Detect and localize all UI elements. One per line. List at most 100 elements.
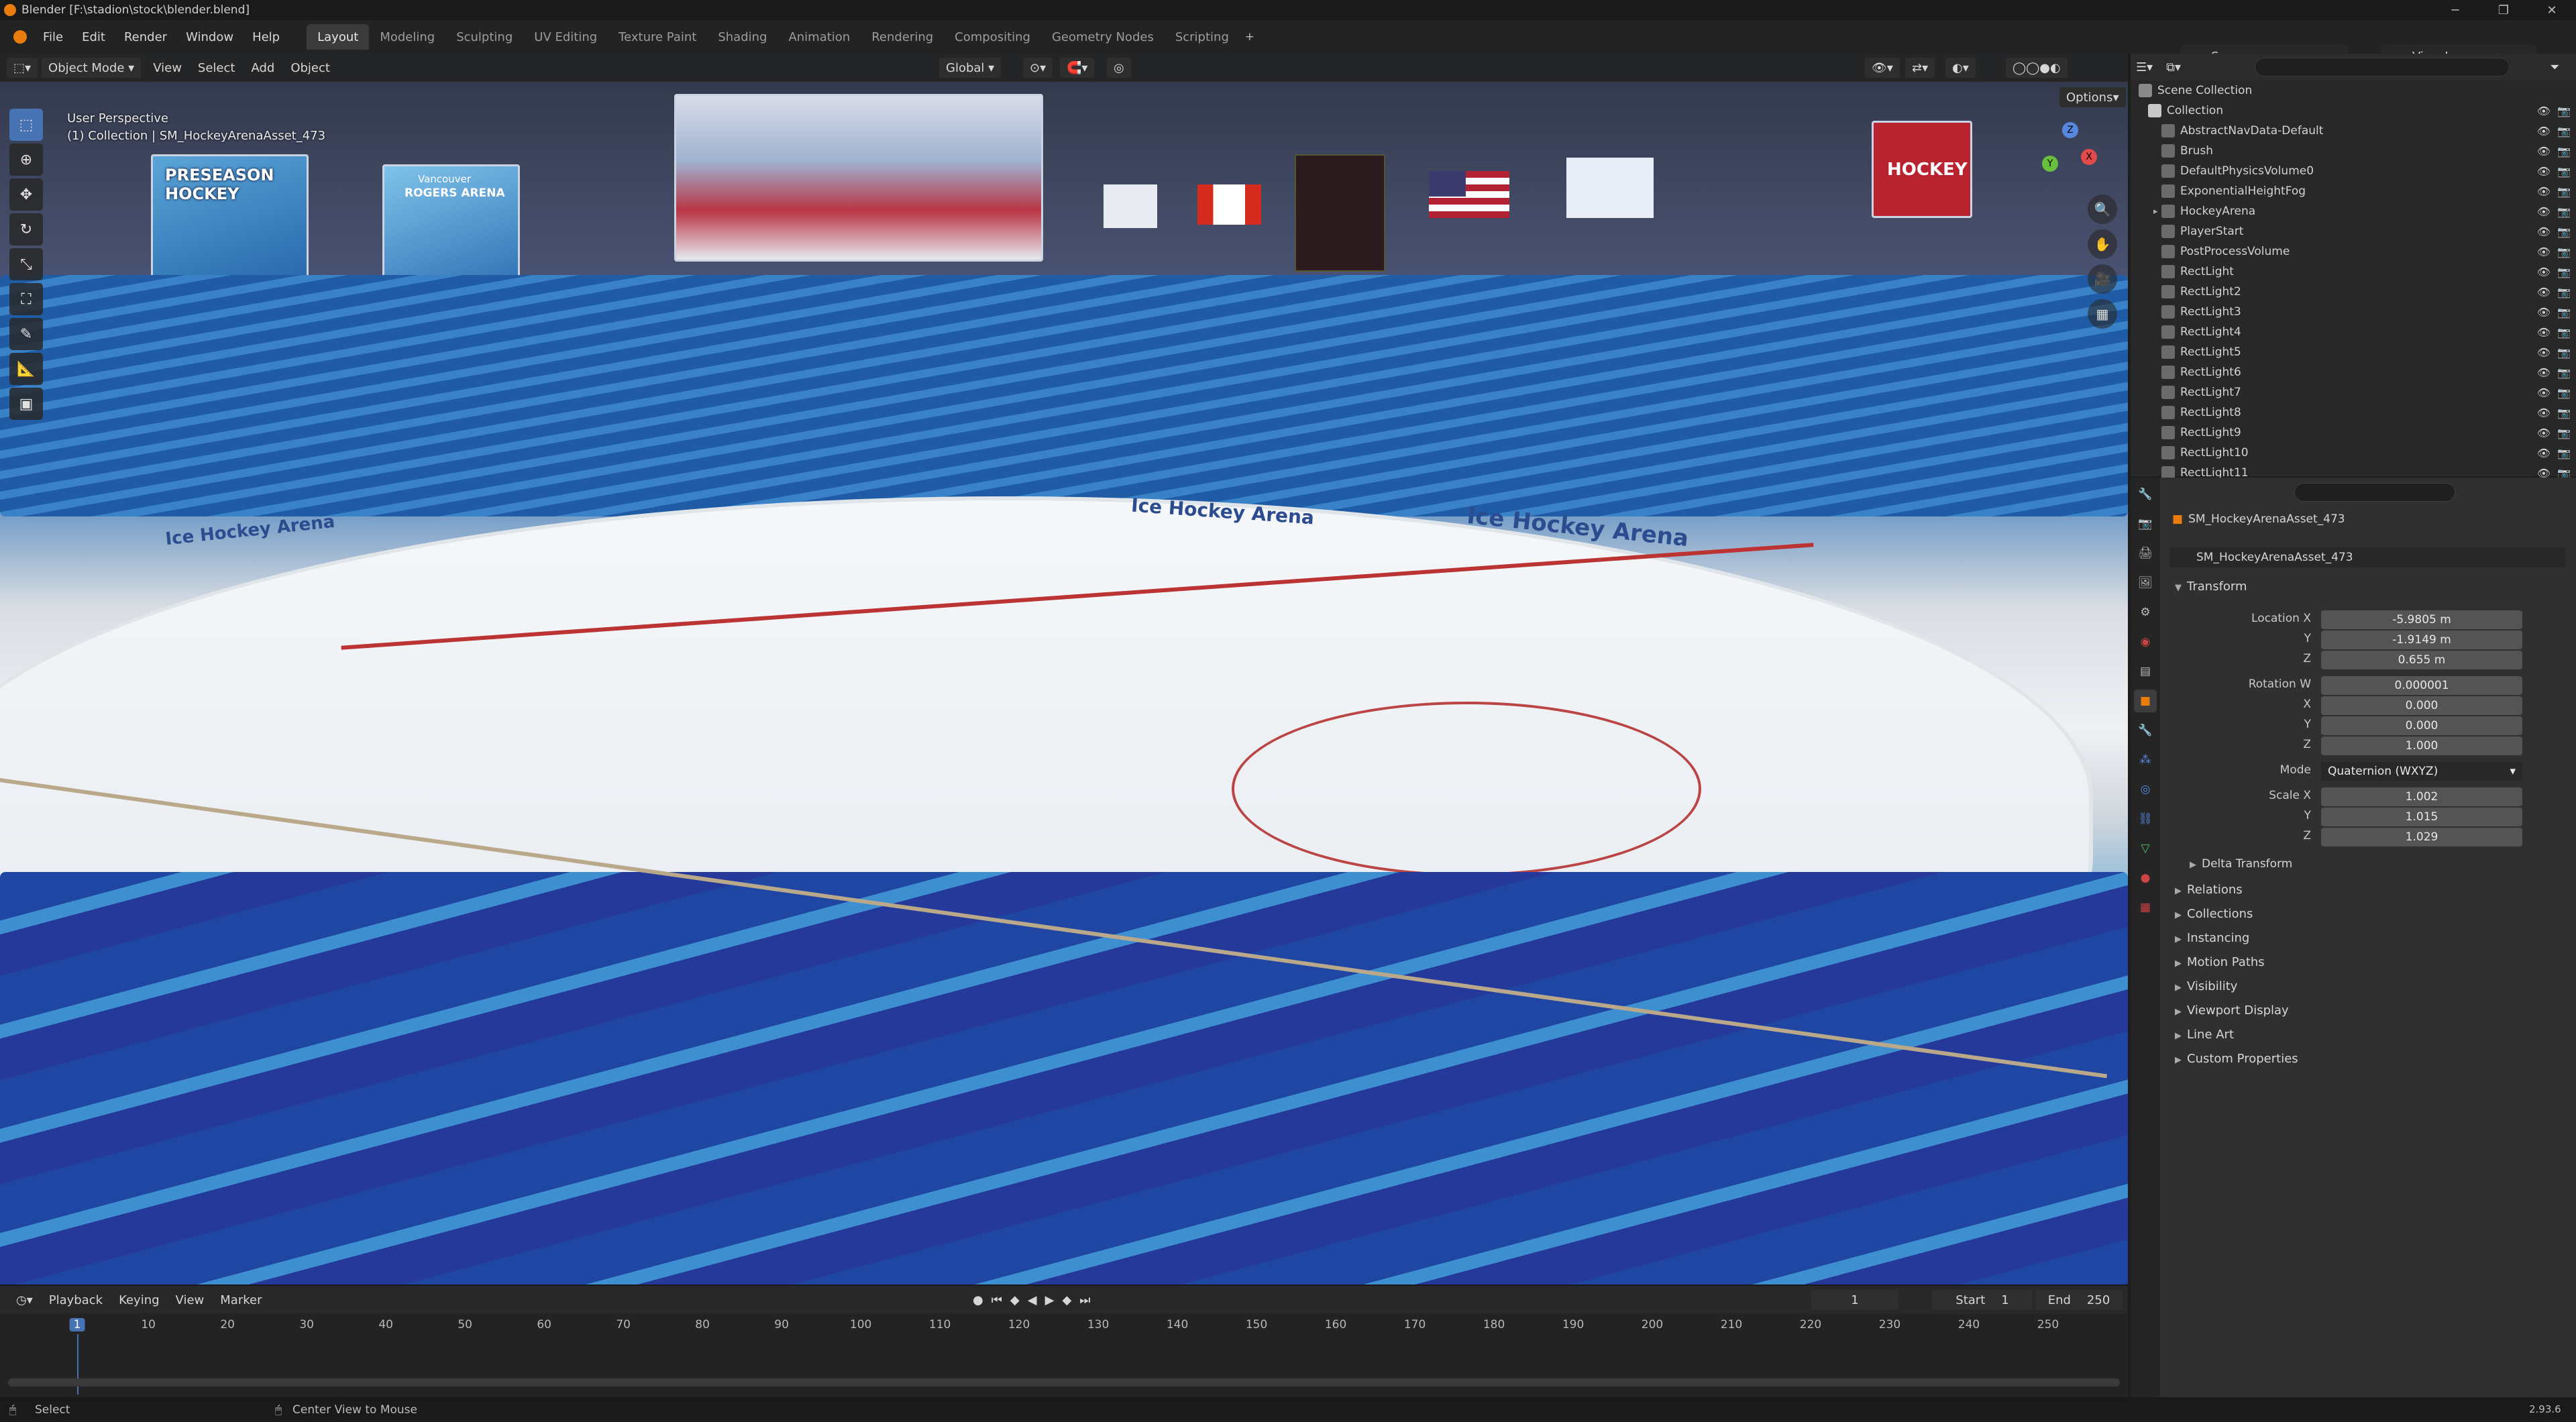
outliner-item[interactable]: PlayerStart 👁 📷 [2131,221,2576,241]
material-tab-icon[interactable]: ● [2134,867,2157,889]
eye-icon[interactable]: 👁 [2537,346,2551,359]
camera-render-icon[interactable]: 📷 [2557,145,2571,158]
outliner-item[interactable]: AbstractNavData-Default 👁 📷 [2131,121,2576,141]
camera-render-icon[interactable]: 📷 [2557,406,2571,419]
outliner-item[interactable]: RectLight4 👁 📷 [2131,322,2576,342]
prev-key-icon[interactable]: ◆ [1010,1293,1020,1307]
pivot-icon[interactable]: ⊙▾ [1023,58,1053,78]
menu-marker[interactable]: Marker [212,1293,270,1307]
camera-render-icon[interactable]: 📷 [2557,105,2571,117]
shading-modes-icon[interactable]: ◯◯●◐ [2006,58,2068,78]
overlays-icon[interactable]: ◐▾ [1945,58,1976,78]
frame-ruler[interactable]: 1 10 20 30 40 50 60 70 80 90 100 110 120 130 140 150 160… [0,1315,2128,1334]
collection-tab-icon[interactable]: ▤ [2134,660,2157,683]
eye-icon[interactable]: 👁 [2537,427,2551,439]
rotation-mode-dropdown[interactable]: Quaternion (WXYZ) ▾ [2321,762,2522,781]
modifier-tab-icon[interactable]: 🔧 [2134,719,2157,742]
eye-icon[interactable]: 👁 [2537,145,2551,158]
tab-texture-paint[interactable]: Texture Paint [608,24,707,50]
properties-search-input[interactable] [2294,483,2455,502]
menu-render[interactable]: Render [115,20,176,54]
eye-icon[interactable]: 👁 [2537,266,2551,278]
jump-end-icon[interactable]: ⏭ [1079,1293,1090,1307]
navigation-gizmo[interactable]: X Z Y [2022,109,2109,196]
record-icon[interactable]: ● [973,1293,983,1307]
outliner[interactable]: ☰▾ ⧉▾ ⏷ Scene Collection Collection 👁 📷 Abst… [2131,54,2576,480]
tab-uv-editing[interactable]: UV Editing [523,24,608,50]
eye-icon[interactable]: 👁 [2537,447,2551,459]
transform-panel-header[interactable]: ▼ Transform [2175,580,2247,594]
add-workspace-button[interactable]: + [1240,27,1260,47]
tab-geometry-nodes[interactable]: Geometry Nodes [1041,24,1165,50]
gizmo-y-axis[interactable]: Y [2042,156,2058,172]
eye-icon[interactable]: 👁 [2537,245,2551,258]
camera-render-icon[interactable]: 📷 [2557,366,2571,379]
gizmo-x-axis[interactable]: X [2081,149,2097,165]
select-box-icon[interactable]: ⬚ [9,109,43,141]
outliner-item[interactable]: PostProcessVolume 👁 📷 [2131,241,2576,262]
menu-playback[interactable]: Playback [41,1293,111,1307]
display-mode-icon[interactable]: ⧉▾ [2166,60,2181,74]
menu-edit[interactable]: Edit [72,20,115,54]
menu-window[interactable]: Window [176,20,243,54]
panel-line-art[interactable]: ▶ Line Art [2175,1028,2234,1042]
outliner-item[interactable]: RectLight8 👁 📷 [2131,402,2576,423]
transform-icon[interactable]: ⛶ [9,283,43,315]
jump-start-icon[interactable]: ⏮ [991,1293,1002,1307]
play-icon[interactable]: ▶ [1045,1293,1055,1307]
scene-tab-icon[interactable]: ⚙ [2134,601,2157,624]
eye-icon[interactable]: 👁 [2537,366,2551,379]
menu-file[interactable]: File [34,20,72,54]
outliner-search-input[interactable] [2255,58,2510,76]
outliner-item[interactable]: Collection 👁 📷 [2131,101,2576,121]
tab-scripting[interactable]: Scripting [1165,24,1240,50]
outliner-item[interactable]: DefaultPhysicsVolume0 👁 📷 [2131,161,2576,181]
camera-render-icon[interactable]: 📷 [2557,125,2571,138]
outliner-item[interactable]: RectLight7 👁 📷 [2131,382,2576,402]
add-cube-icon[interactable]: ▣ [9,388,43,420]
scale-x-field[interactable]: 1.002 [2321,787,2522,806]
panel-instancing[interactable]: ▶ Instancing [2175,931,2249,945]
eye-icon[interactable]: 👁 [2537,205,2551,218]
tab-modeling[interactable]: Modeling [369,24,445,50]
panel-custom-properties[interactable]: ▶ Custom Properties [2175,1052,2298,1066]
scale-y-field[interactable]: 1.015 [2321,808,2522,826]
panel-relations[interactable]: ▶ Relations [2175,883,2243,897]
measure-icon[interactable]: 📐 [9,353,43,385]
camera-render-icon[interactable]: 📷 [2557,447,2571,459]
texture-tab-icon[interactable]: ▦ [2134,896,2157,919]
eye-icon[interactable]: 👁 [2537,286,2551,298]
end-frame-field[interactable]: End 250 [2035,1290,2123,1310]
constraints-tab-icon[interactable]: ⛓ [2134,808,2157,830]
object-tab-icon[interactable]: ■ [2134,690,2157,712]
rotation-z-field[interactable]: 1.000 [2321,736,2522,755]
eye-icon[interactable]: 👁 [2537,125,2551,138]
camera-render-icon[interactable]: 📷 [2557,346,2571,359]
eye-icon[interactable]: 👁 [2537,185,2551,198]
eye-icon[interactable]: 👁 [2537,105,2551,117]
menu-object[interactable]: Object [282,61,338,75]
camera-render-icon[interactable]: 📷 [2557,185,2571,198]
zoom-icon[interactable]: 🔍 [2088,195,2117,224]
view-layer-tab-icon[interactable]: 🖼 [2134,571,2157,594]
rotate-icon[interactable]: ↻ [9,213,43,245]
menu-view[interactable]: View [145,61,190,75]
camera-render-icon[interactable]: 📷 [2557,225,2571,238]
blender-menu-icon[interactable] [7,20,34,54]
snap-icon[interactable]: 🧲▾ [1060,58,1095,78]
outliner-item[interactable]: RectLight5 👁 📷 [2131,342,2576,362]
maximize-button[interactable]: ❐ [2485,0,2522,20]
camera-render-icon[interactable]: 📷 [2557,205,2571,218]
menu-select[interactable]: Select [190,61,244,75]
outliner-item[interactable]: RectLight2 👁 📷 [2131,282,2576,302]
cursor-icon[interactable]: ⊕ [9,144,43,176]
outliner-item[interactable]: RectLight3 👁 📷 [2131,302,2576,322]
panel-collections[interactable]: ▶ Collections [2175,907,2253,921]
next-key-icon[interactable]: ◆ [1062,1293,1071,1307]
camera-render-icon[interactable]: 📷 [2557,326,2571,339]
tab-rendering[interactable]: Rendering [861,24,944,50]
gizmo-z-axis[interactable]: Z [2062,122,2078,138]
tab-animation[interactable]: Animation [777,24,861,50]
current-frame-field[interactable]: 1 [1811,1290,1898,1310]
expand-arrow-icon[interactable]: ▸ [2153,207,2158,217]
